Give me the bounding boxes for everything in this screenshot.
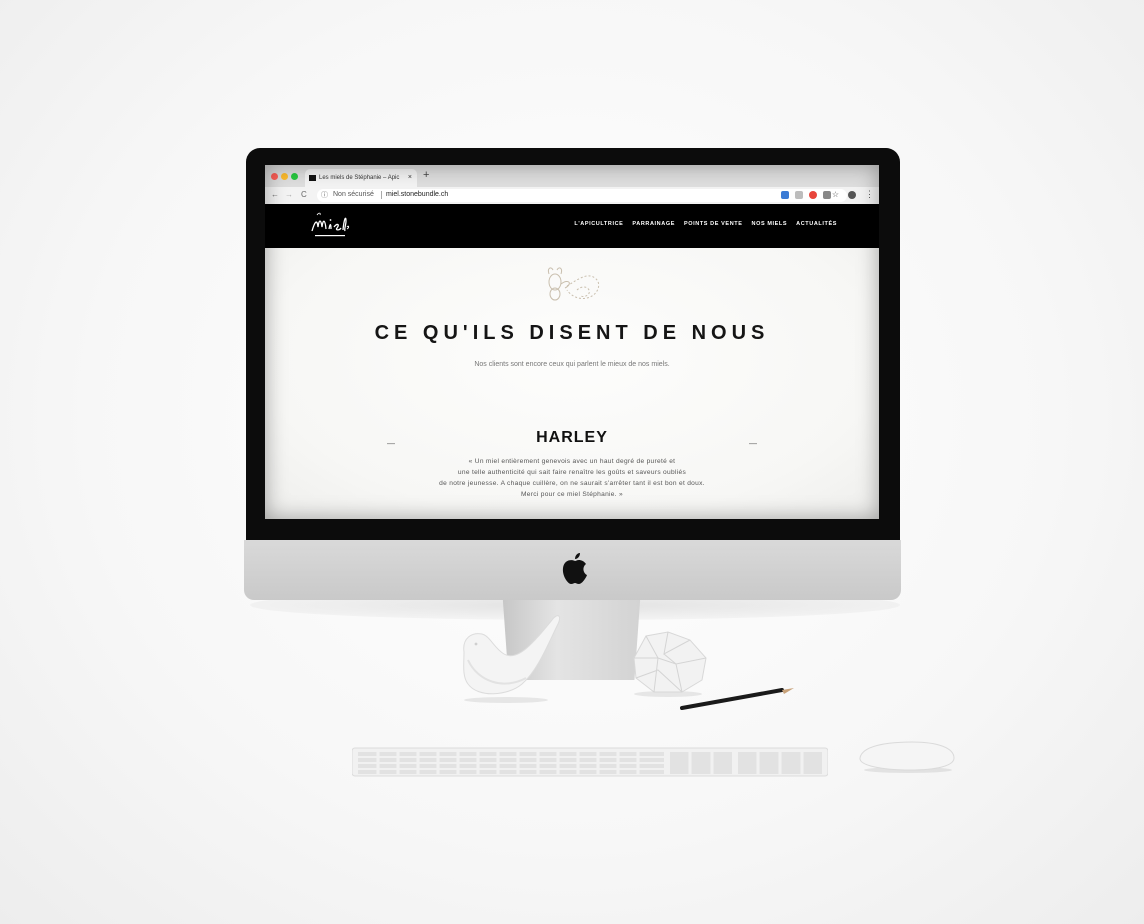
nav-item-apicultrice[interactable]: L'APICULTRICE <box>574 221 623 227</box>
section-subheading: Nos clients sont encore ceux qui parlent… <box>474 361 670 368</box>
window-close-icon[interactable] <box>271 173 278 180</box>
window-minimize-icon[interactable] <box>281 173 288 180</box>
tab-title: Les miels de Stéphanie – Apic <box>319 175 400 181</box>
browser-tab-bar: Les miels de Stéphanie – Apic × + <box>265 165 879 187</box>
reload-button[interactable]: C <box>301 190 307 199</box>
bee-illustration-icon <box>548 267 600 301</box>
testimonial-author: HARLEY <box>536 429 608 446</box>
extension-icon[interactable] <box>795 191 803 199</box>
address-bar[interactable]: ⓘ Non sécurisé miel.stonebundle.ch ☆ <box>317 189 847 202</box>
bookmark-star-icon[interactable]: ☆ <box>832 190 839 199</box>
section-heading: CE QU'ILS DISENT DE NOUS <box>374 322 770 344</box>
bird-figurine <box>463 615 561 703</box>
keyboard <box>352 747 828 777</box>
quote-line: Merci pour ce miel Stéphanie. » <box>520 491 624 498</box>
nav-item-actualites[interactable]: ACTUALITÉS <box>796 221 837 227</box>
info-icon[interactable]: ⓘ <box>321 190 328 200</box>
new-tab-button[interactable]: + <box>423 169 429 181</box>
quote-line: une telle authenticité qui sait faire re… <box>457 469 687 476</box>
security-label: Non sécurisé <box>333 191 374 198</box>
browser-tab[interactable]: Les miels de Stéphanie – Apic × <box>305 169 417 187</box>
address-divider <box>381 191 382 199</box>
forward-button[interactable]: → <box>285 190 293 199</box>
testimonials-section: CE QU'ILS DISENT DE NOUS Nos clients son… <box>265 248 879 519</box>
pencil <box>680 688 794 710</box>
quote-line: « Un miel entièrement genevois avec un h… <box>468 458 676 465</box>
site-favicon-icon <box>309 175 316 181</box>
url-text[interactable]: miel.stonebundle.ch <box>386 191 448 198</box>
site-header: L'APICULTRICE PARRAINAGE POINTS DE VENTE… <box>265 204 879 248</box>
quote-line: de notre jeunesse. A chaque cuillère, on… <box>439 480 705 487</box>
site-logo[interactable] <box>309 209 351 243</box>
browser-menu-icon[interactable]: ⋮ <box>865 189 874 200</box>
imac-screen: Les miels de Stéphanie – Apic × + ← → C … <box>265 165 879 519</box>
profile-avatar[interactable] <box>848 191 856 199</box>
extension-icon[interactable] <box>809 191 817 199</box>
back-button[interactable]: ← <box>271 190 279 199</box>
nav-item-points-de-vente[interactable]: POINTS DE VENTE <box>684 221 743 227</box>
main-nav: L'APICULTRICE PARRAINAGE POINTS DE VENTE… <box>574 221 837 227</box>
nav-item-parrainage[interactable]: PARRAINAGE <box>632 221 675 227</box>
nav-item-nos-miels[interactable]: NOS MIELS <box>752 221 788 227</box>
extension-icon[interactable] <box>781 191 789 199</box>
apple-logo-icon <box>562 553 587 584</box>
extension-icon[interactable] <box>823 191 831 199</box>
testimonial-quote: « Un miel entièrement genevois avec un h… <box>265 456 879 500</box>
browser-toolbar: ← → C ⓘ Non sécurisé miel.stonebundle.ch… <box>265 187 879 205</box>
tab-close-icon[interactable]: × <box>408 169 412 187</box>
window-zoom-icon[interactable] <box>291 173 298 180</box>
magic-mouse <box>859 741 955 773</box>
